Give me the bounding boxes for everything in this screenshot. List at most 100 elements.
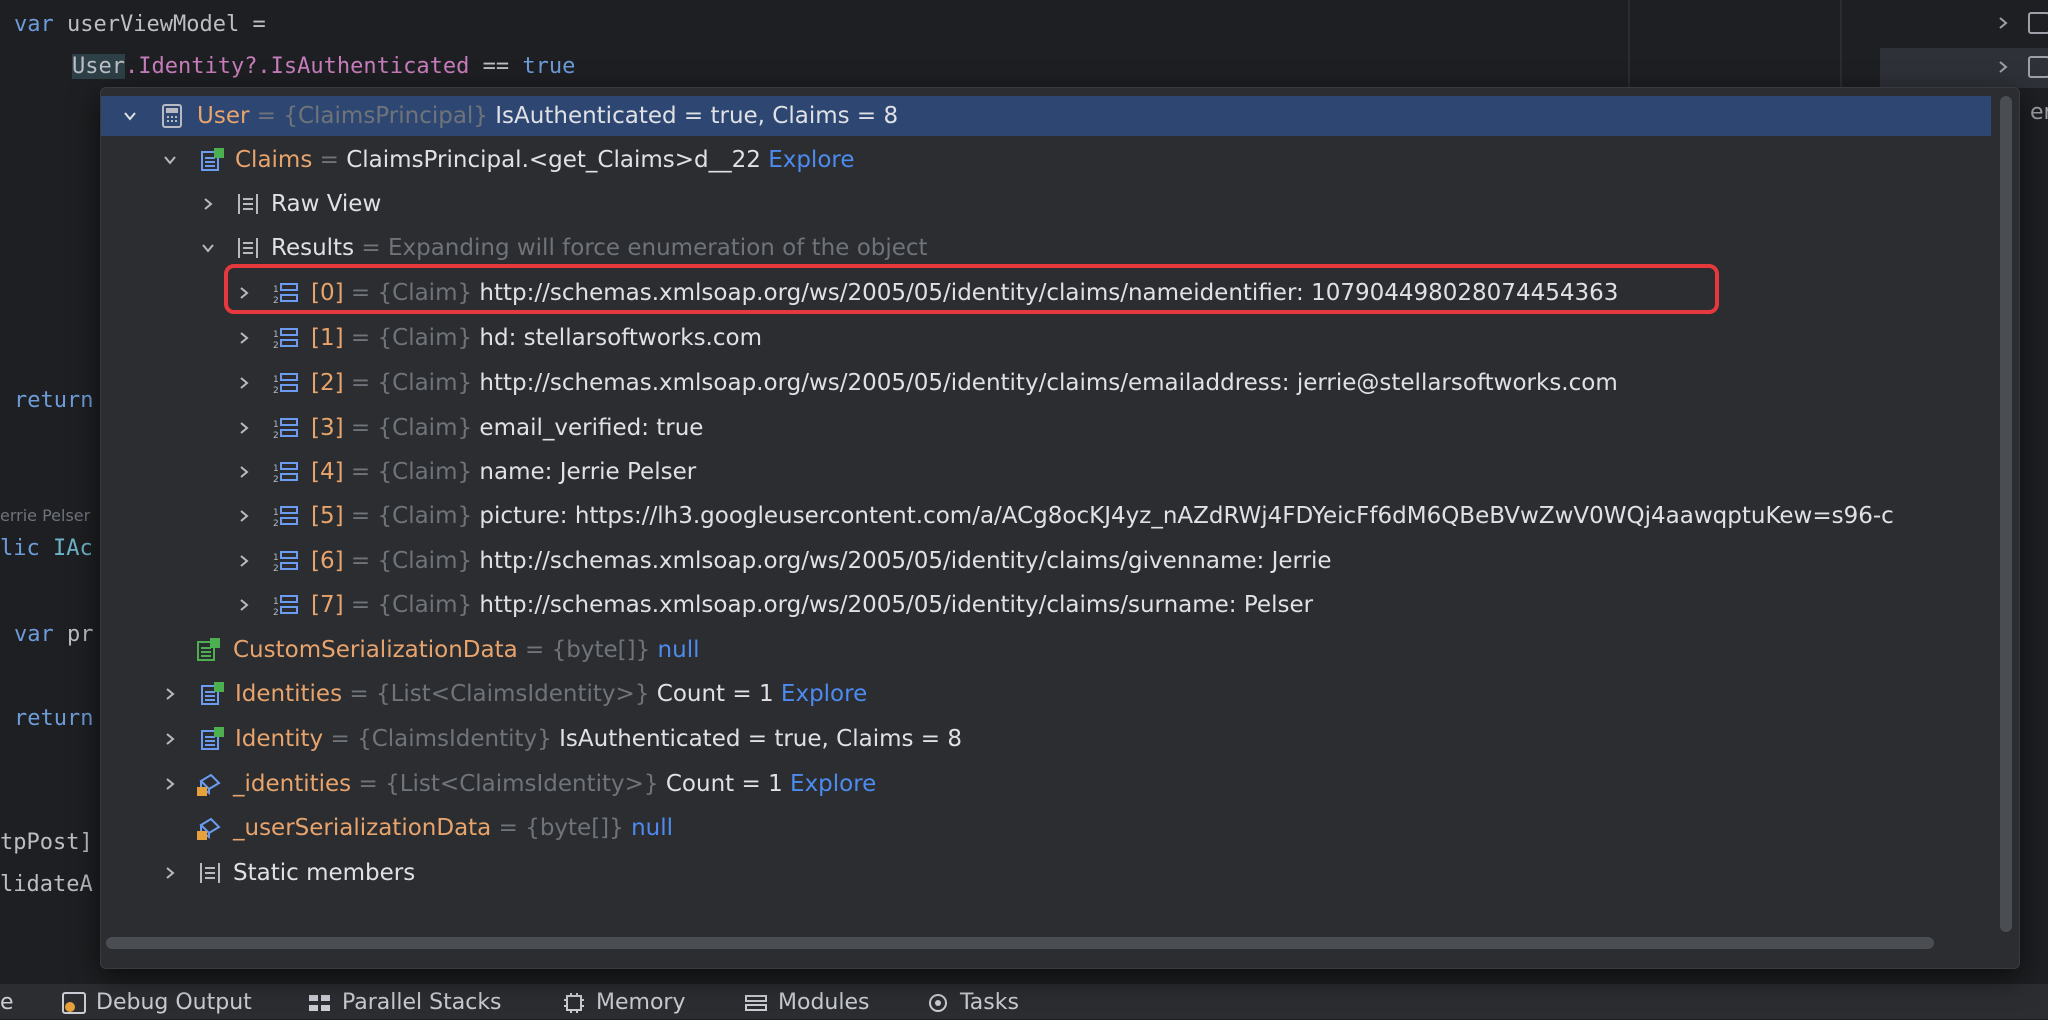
svg-text:2: 2 (273, 296, 279, 306)
chevron-right-icon[interactable] (159, 683, 181, 705)
chevron-right-icon[interactable] (233, 282, 255, 304)
private-field-icon (197, 817, 221, 840)
tree-row-raw-view[interactable]: Raw View (101, 184, 1991, 224)
tab-clipped[interactable]: e (0, 990, 14, 1015)
tree-row-identities[interactable]: Identities = {List<ClaimsIdentity>} Coun… (101, 674, 1991, 714)
tab-tasks[interactable]: Tasks (926, 990, 1019, 1015)
array-element-icon: 12 (273, 283, 298, 306)
tree-row-label: Static members (233, 860, 416, 886)
tree-row-text: [6] = {Claim} http://schemas.xmlsoap.org… (311, 548, 1332, 574)
tree-row-text: _identities = {List<ClaimsIdentity>} Cou… (233, 771, 876, 797)
element-index: [2] (311, 370, 344, 396)
tree-row-text: Identity = {ClaimsIdentity} IsAuthentica… (235, 726, 962, 752)
equals-sign: = (350, 370, 371, 396)
operator: == (482, 54, 510, 79)
chevron-right-icon[interactable] (197, 193, 219, 215)
memory-icon (562, 992, 586, 1014)
tab-label: Debug Output (96, 990, 252, 1015)
variable-type: {byte[]} (525, 815, 624, 841)
element-index: [3] (311, 415, 344, 441)
svg-text:2: 2 (273, 475, 279, 485)
explore-link[interactable]: Explore (768, 147, 854, 173)
tab-label: e (0, 990, 14, 1015)
tree-row-text: User = {ClaimsPrincipal} IsAuthenticated… (197, 103, 898, 129)
element-index: [1] (311, 325, 344, 351)
element-index: [0] (311, 280, 344, 306)
code-attribute-2: lidateA (0, 872, 93, 897)
variable-value: http://schemas.xmlsoap.org/ws/2005/05/id… (479, 370, 1618, 396)
variable-value: http://schemas.xmlsoap.org/ws/2005/05/id… (479, 280, 1619, 306)
explore-link[interactable]: Explore (790, 771, 876, 797)
svg-text:1: 1 (273, 553, 279, 563)
explore-link[interactable]: Explore (781, 681, 867, 707)
structure-item-label: erv (2030, 100, 2048, 125)
tree-row-results[interactable]: Results = Expanding will force enumerati… (101, 228, 1991, 268)
tree-row-text: CustomSerializationData = {byte[]} null (233, 637, 699, 663)
chevron-down-icon[interactable] (159, 149, 181, 171)
enumeration-hint: Expanding will force enumeration of the … (387, 235, 928, 261)
chevron-down-icon[interactable] (119, 105, 141, 127)
tree-row-text: Claims = ClaimsPrincipal.<get_Claims>d__… (235, 147, 855, 173)
variable-value: email_verified: true (479, 415, 704, 441)
svg-text:2: 2 (273, 386, 279, 396)
tree-row-claim-6[interactable]: 12 [6] = {Claim} http://schemas.xmlsoap.… (101, 541, 1991, 581)
variable-type: {Claim} (377, 592, 473, 618)
tree-row-claims[interactable]: Claims = ClaimsPrincipal.<get_Claims>d__… (101, 140, 1991, 180)
svg-text:2: 2 (273, 564, 279, 574)
svg-text:1: 1 (273, 375, 279, 385)
tree-row-claim-0[interactable]: 12 [0] = {Claim} http://schemas.xmlsoap.… (101, 273, 1991, 313)
chevron-right-icon[interactable] (159, 728, 181, 750)
tree-row-custom-serialization-data[interactable]: CustomSerializationData = {byte[]} null (101, 630, 1991, 670)
tree-row-user-serialization-data[interactable]: _userSerializationData = {byte[]} null (101, 808, 1991, 848)
equals-sign: = (256, 103, 277, 129)
chevron-right-icon[interactable] (233, 461, 255, 483)
variable-name: Identities (235, 681, 343, 707)
tree-row-claim-4[interactable]: 12 [4] = {Claim} name: Jerrie Pelser (101, 452, 1991, 492)
tree-row-user[interactable]: User = {ClaimsPrincipal} IsAuthenticated… (101, 96, 1991, 136)
tab-parallel-stacks[interactable]: Parallel Stacks (308, 990, 502, 1015)
chevron-right-icon[interactable] (233, 594, 255, 616)
equals-sign: = (498, 815, 518, 841)
svg-text:2: 2 (273, 431, 279, 441)
array-element-icon: 12 (273, 328, 298, 351)
tree-row-private-identities[interactable]: _identities = {List<ClaimsIdentity>} Cou… (101, 764, 1991, 804)
chevron-right-icon[interactable] (233, 550, 255, 572)
tree-row-claim-1[interactable]: 12 [1] = {Claim} hd: stellarsoftworks.co… (101, 318, 1991, 358)
variable-value: http://schemas.xmlsoap.org/ws/2005/05/id… (479, 592, 1314, 618)
svg-text:1: 1 (273, 330, 279, 340)
code-public-line: lic IAc (0, 536, 93, 561)
tab-memory[interactable]: Memory (562, 990, 685, 1015)
tree-row-text: [0] = {Claim} http://schemas.xmlsoap.org… (311, 280, 1618, 306)
variable-name: Identity (235, 726, 324, 752)
chevron-right-icon[interactable] (233, 327, 255, 349)
tree-row-claim-2[interactable]: 12 [2] = {Claim} http://schemas.xmlsoap.… (101, 363, 1991, 403)
chevron-right-icon[interactable] (233, 417, 255, 439)
chevron-right-icon[interactable] (233, 505, 255, 527)
chevron-right-icon[interactable] (159, 862, 181, 884)
debugger-datatip-popup[interactable]: User = {ClaimsPrincipal} IsAuthenticated… (100, 87, 2020, 969)
structure-panel-selection (1880, 48, 2048, 88)
horizontal-scrollbar[interactable] (106, 937, 1934, 949)
tab-modules[interactable]: Modules (744, 990, 869, 1015)
chevron-down-icon[interactable] (197, 237, 219, 259)
variable-name: _identities (233, 771, 352, 797)
chevron-right-icon[interactable] (1992, 12, 2014, 34)
tree-row-claim-7[interactable]: 12 [7] = {Claim} http://schemas.xmlsoap.… (101, 585, 1991, 625)
element-index: [4] (311, 459, 344, 485)
tab-debug-output[interactable]: Debug Output (62, 990, 252, 1015)
identifier: userViewModel (67, 12, 240, 37)
variable-type: {List<ClaimsIdentity>} (375, 681, 650, 707)
tree-row-claim-3[interactable]: 12 [3] = {Claim} email_verified: true (101, 408, 1991, 448)
type-name: IAc (53, 536, 93, 561)
chevron-right-icon[interactable] (233, 372, 255, 394)
variable-type: {Claim} (377, 503, 473, 529)
chevron-right-icon[interactable] (1992, 56, 2014, 78)
tree-row-claim-5[interactable]: 12 [5] = {Claim} picture: https://lh3.go… (101, 496, 1991, 536)
element-index: [7] (311, 592, 344, 618)
chevron-right-icon[interactable] (159, 773, 181, 795)
code-var-line: var pr (14, 622, 94, 647)
tree-row-identity[interactable]: Identity = {ClaimsIdentity} IsAuthentica… (101, 719, 1991, 759)
svg-text:1: 1 (273, 597, 279, 607)
tree-row-static-members[interactable]: Static members (101, 853, 1991, 893)
vertical-scrollbar[interactable] (2000, 96, 2012, 932)
